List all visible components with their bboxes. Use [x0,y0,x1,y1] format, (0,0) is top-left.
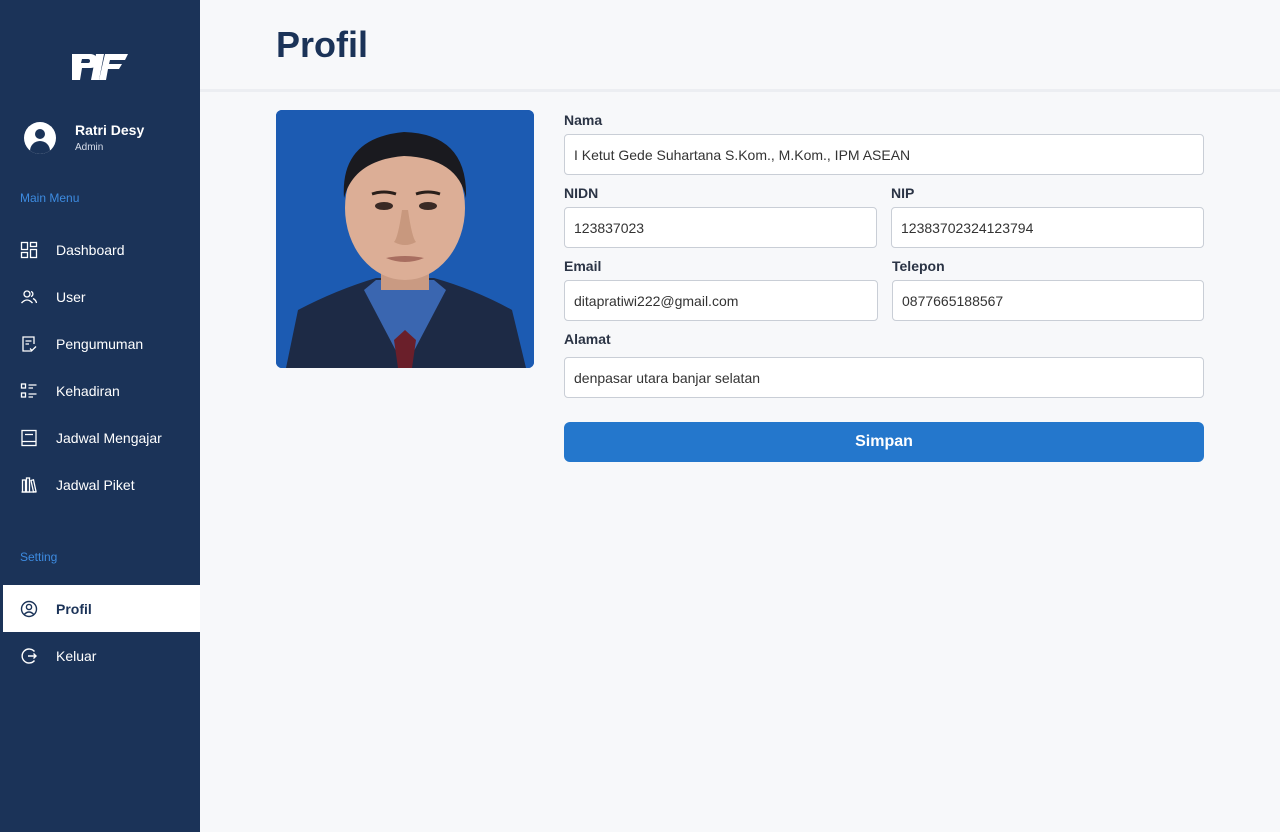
sidebar: Ratri Desy Admin Main Menu Dashboard Use… [0,0,200,832]
nip-label: NIP [891,185,915,201]
setting-menu: Profil Keluar [0,585,200,679]
attendance-list-icon [20,382,38,400]
user-profile: Ratri Desy Admin [24,122,144,154]
sidebar-item-label: User [56,288,86,305]
alamat-label: Alamat [564,331,611,347]
sidebar-item-jadwal-mengajar[interactable]: Jadwal Mengajar [0,414,200,461]
email-label: Email [564,258,602,274]
sidebar-item-keluar[interactable]: Keluar [0,632,200,679]
nip-field[interactable] [891,207,1204,248]
users-icon [20,288,38,306]
sidebar-item-label: Kehadiran [56,382,120,399]
alamat-field[interactable] [564,357,1204,398]
user-name: Ratri Desy [75,122,145,138]
book-icon [20,429,38,447]
sidebar-item-label: Jadwal Piket [56,476,135,493]
sidebar-item-dashboard[interactable]: Dashboard [0,226,200,273]
sidebar-item-user[interactable]: User [0,273,200,320]
logout-icon [20,647,38,665]
user-circle-icon [20,600,38,618]
profile-photo[interactable] [276,110,534,368]
main-menu-label: Main Menu [20,191,80,205]
sidebar-item-pengumuman[interactable]: Pengumuman [0,320,200,367]
sidebar-item-kehadiran[interactable]: Kehadiran [0,367,200,414]
email-field[interactable] [564,280,878,321]
sidebar-item-label: Keluar [56,647,97,664]
page-header: Profil [200,0,1280,92]
app-logo[interactable] [70,48,130,82]
sidebar-item-label: Pengumuman [56,335,144,352]
sidebar-item-label: Jadwal Mengajar [56,429,162,446]
setting-label: Setting [20,550,58,564]
main-menu: Dashboard User Pengumuman Kehadiran Jadw… [0,226,200,508]
telepon-label: Telepon [892,258,945,274]
dashboard-icon [20,241,38,259]
nama-label: Nama [564,112,603,128]
announcement-icon [20,335,38,353]
sidebar-item-profil[interactable]: Profil [3,585,200,632]
user-role: Admin [75,142,104,153]
sidebar-item-label: Profil [56,600,92,617]
nidn-field[interactable] [564,207,877,248]
sidebar-item-jadwal-piket[interactable]: Jadwal Piket [0,461,200,508]
telepon-field[interactable] [892,280,1204,321]
sidebar-item-label: Dashboard [56,241,125,258]
nama-field[interactable] [564,134,1204,175]
library-icon [20,476,38,494]
nidn-label: NIDN [564,185,599,201]
save-button[interactable]: Simpan [564,422,1204,462]
page-title: Profil [276,24,369,65]
avatar [24,122,56,154]
